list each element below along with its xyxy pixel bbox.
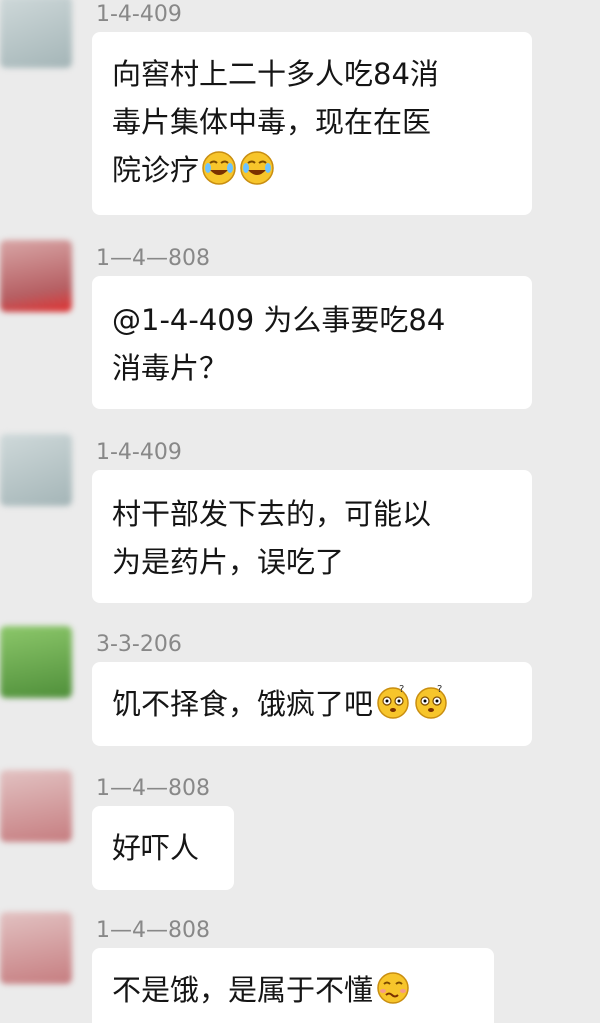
laugh-cry-emoji <box>240 151 274 185</box>
message-text-line: @1-4-409 为么事要吃84 <box>112 303 446 337</box>
message-bubble[interactable]: 好吓人 <box>92 806 234 890</box>
message-text-line: 村干部发下去的，可能以 <box>112 497 432 531</box>
message-bubble[interactable]: 饥不择食，饿疯了吧?? <box>92 662 532 746</box>
avatar[interactable] <box>0 0 72 68</box>
message-bubble[interactable]: 不是饿，是属于不懂 <box>92 948 494 1023</box>
message-bubble[interactable]: 村干部发下去的，可能以 为是药片，误吃了 <box>92 470 532 603</box>
message-text-line: 好吓人 <box>112 831 200 865</box>
message-text: 不是饿，是属于不懂 <box>112 973 374 1007</box>
sender-name: 1—4—808 <box>96 246 210 271</box>
message-bubble[interactable]: @1-4-409 为么事要吃84 消毒片？ <box>92 276 532 409</box>
avatar[interactable] <box>0 912 72 984</box>
sender-name: 1—4—808 <box>96 776 210 801</box>
svg-text:?: ? <box>399 684 404 695</box>
sender-name: 3-3-206 <box>96 632 182 657</box>
message-text: 院诊疗 <box>112 153 200 187</box>
sender-name: 1-4-409 <box>96 440 182 465</box>
message-text-line: 向窖村上二十多人吃84消 <box>112 57 439 91</box>
avatar[interactable] <box>0 434 72 506</box>
sender-name: 1—4—808 <box>96 918 210 943</box>
message-text-line: 院诊疗 <box>112 146 512 194</box>
message-bubble[interactable]: 向窖村上二十多人吃84消 毒片集体中毒，现在在医 院诊疗 <box>92 32 532 215</box>
message-text-line: 毒片集体中毒，现在在医 <box>112 105 432 139</box>
avatar[interactable] <box>0 770 72 842</box>
woozy-emoji <box>377 972 409 1004</box>
chat-window: 1-4-409 向窖村上二十多人吃84消 毒片集体中毒，现在在医 院诊疗 1—4… <box>0 0 600 1023</box>
dizzy-emoji: ? <box>415 684 447 719</box>
avatar[interactable] <box>0 626 72 698</box>
sender-name: 1-4-409 <box>96 2 182 27</box>
avatar[interactable] <box>0 240 72 312</box>
dizzy-emoji: ? <box>377 684 409 719</box>
message-text-line: 消毒片？ <box>112 351 229 385</box>
svg-text:?: ? <box>437 684 442 695</box>
laugh-cry-emoji <box>202 151 236 185</box>
message-text-line: 不是饿，是属于不懂 <box>112 966 474 1014</box>
message-text: 饥不择食，饿疯了吧 <box>112 687 374 721</box>
message-text-line: 为是药片，误吃了 <box>112 545 345 579</box>
message-text-line: 饥不择食，饿疯了吧?? <box>112 680 512 728</box>
